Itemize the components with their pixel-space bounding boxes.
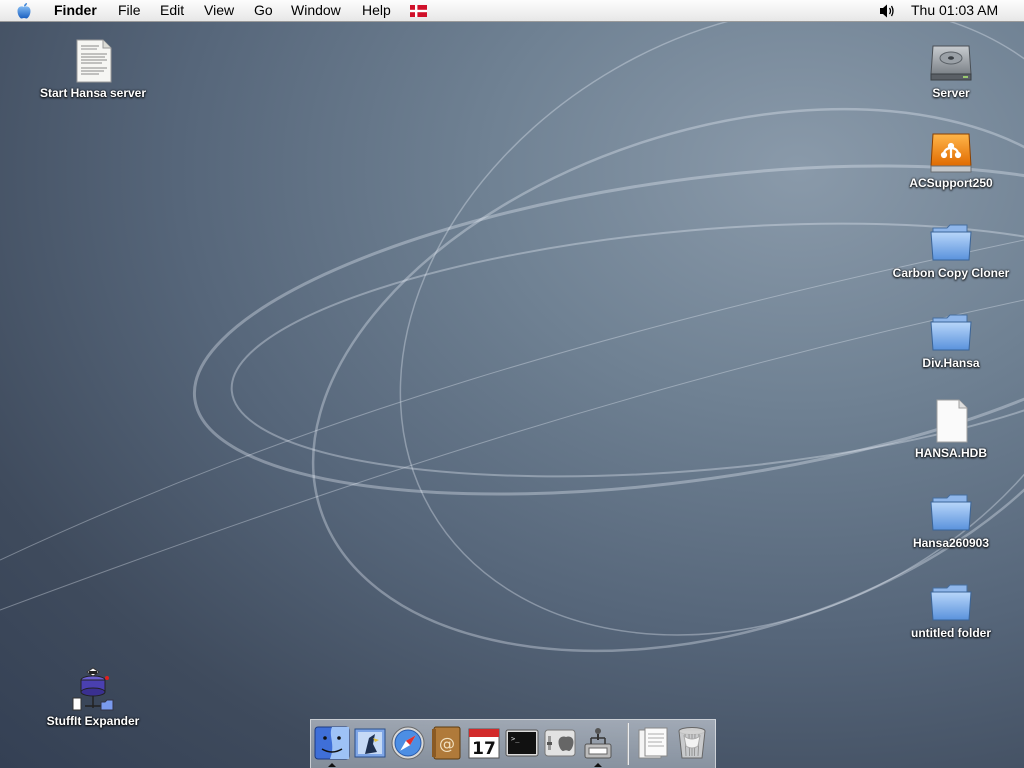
documents-stack-icon bbox=[638, 727, 668, 759]
desktop[interactable]: Finder File Edit View Go Window Help Thu… bbox=[0, 0, 1024, 768]
desktop-icon-label: Hansa260903 bbox=[912, 536, 990, 550]
terminal-icon: >_ bbox=[505, 729, 539, 757]
dock-item-mail[interactable] bbox=[351, 724, 389, 762]
blank-document-icon bbox=[936, 399, 968, 443]
menu-view[interactable]: View bbox=[204, 0, 234, 21]
menu-window[interactable]: Window bbox=[291, 0, 341, 21]
mail-icon bbox=[354, 728, 386, 758]
desktop-icon-carbon-copy-cloner[interactable]: Carbon Copy Cloner bbox=[886, 218, 1016, 280]
desktop-icon-label: untitled folder bbox=[911, 626, 991, 640]
desktop-icon-div-hansa[interactable]: Div.Hansa bbox=[886, 308, 1016, 370]
menu-go[interactable]: Go bbox=[254, 0, 273, 21]
system-preferences-icon bbox=[544, 729, 576, 757]
dock-item-documents[interactable] bbox=[635, 724, 673, 762]
app-menu-finder[interactable]: Finder bbox=[54, 0, 97, 21]
desktop-icon-untitled-folder[interactable]: untitled folder bbox=[886, 578, 1016, 640]
dock-item-terminal[interactable]: >_ bbox=[503, 724, 541, 762]
speaker-volume-icon[interactable] bbox=[878, 3, 898, 19]
desktop-icon-label: Carbon Copy Cloner bbox=[892, 266, 1010, 280]
installer-icon bbox=[584, 728, 612, 759]
svg-text:>_: >_ bbox=[511, 735, 520, 743]
desktop-icon-label: ACSupport250 bbox=[909, 176, 993, 190]
dock-item-trash[interactable] bbox=[673, 724, 711, 762]
stuffit-expander-icon bbox=[72, 667, 114, 711]
dock-item-safari[interactable] bbox=[389, 724, 427, 762]
dock-separator bbox=[627, 723, 629, 765]
dock: @ 17 >_ bbox=[310, 719, 716, 768]
dock-item-finder[interactable] bbox=[313, 724, 351, 762]
menu-file[interactable]: File bbox=[118, 0, 141, 21]
desktop-icon-label: Server bbox=[932, 86, 970, 100]
safari-compass-icon bbox=[391, 726, 425, 760]
address-book-icon: @ bbox=[432, 726, 461, 760]
menu-help[interactable]: Help bbox=[362, 0, 391, 21]
desktop-icon-server[interactable]: Server bbox=[886, 38, 1016, 100]
folder-icon bbox=[930, 584, 972, 621]
menu-bar: Finder File Edit View Go Window Help Thu… bbox=[0, 0, 1024, 22]
calendar-icon: 17 bbox=[468, 728, 500, 759]
folder-icon bbox=[930, 224, 972, 261]
dock-item-system-preferences[interactable] bbox=[541, 724, 579, 762]
wallpaper-swoosh bbox=[0, 4, 1024, 653]
running-indicator bbox=[594, 763, 602, 767]
dock-item-ical[interactable]: 17 bbox=[465, 724, 503, 762]
hard-drive-icon bbox=[930, 45, 972, 81]
folder-icon bbox=[930, 494, 972, 531]
apple-menu[interactable] bbox=[16, 0, 38, 21]
firewire-drive-icon bbox=[930, 133, 972, 173]
desktop-icon-hansa-hdb[interactable]: HANSA.HDB bbox=[886, 398, 1016, 460]
finder-icon bbox=[314, 726, 350, 760]
trash-icon bbox=[678, 727, 706, 759]
desktop-icon-stuffit-expander[interactable]: StuffIt Expander bbox=[28, 666, 158, 728]
desktop-icon-label: Start Hansa server bbox=[39, 86, 147, 100]
desktop-icon-acsupport250[interactable]: ACSupport250 bbox=[886, 128, 1016, 190]
text-document-icon bbox=[76, 39, 112, 83]
dock-item-address-book[interactable]: @ bbox=[427, 724, 465, 762]
desktop-icon-start-hansa-server[interactable]: Start Hansa server bbox=[28, 38, 158, 100]
apple-icon bbox=[17, 3, 31, 19]
danish-flag-icon[interactable] bbox=[410, 5, 427, 17]
calendar-date: 17 bbox=[472, 739, 496, 759]
desktop-icon-label: Div.Hansa bbox=[922, 356, 980, 370]
running-indicator bbox=[328, 763, 336, 767]
dock-item-installer[interactable] bbox=[579, 724, 617, 762]
menu-edit[interactable]: Edit bbox=[160, 0, 184, 21]
svg-text:@: @ bbox=[439, 734, 455, 753]
folder-icon bbox=[930, 314, 972, 351]
desktop-icon-label: HANSA.HDB bbox=[915, 446, 987, 460]
desktop-icon-label: StuffIt Expander bbox=[46, 714, 140, 728]
menu-bar-clock[interactable]: Thu 01:03 AM bbox=[911, 0, 998, 21]
desktop-icon-hansa260903[interactable]: Hansa260903 bbox=[886, 488, 1016, 550]
